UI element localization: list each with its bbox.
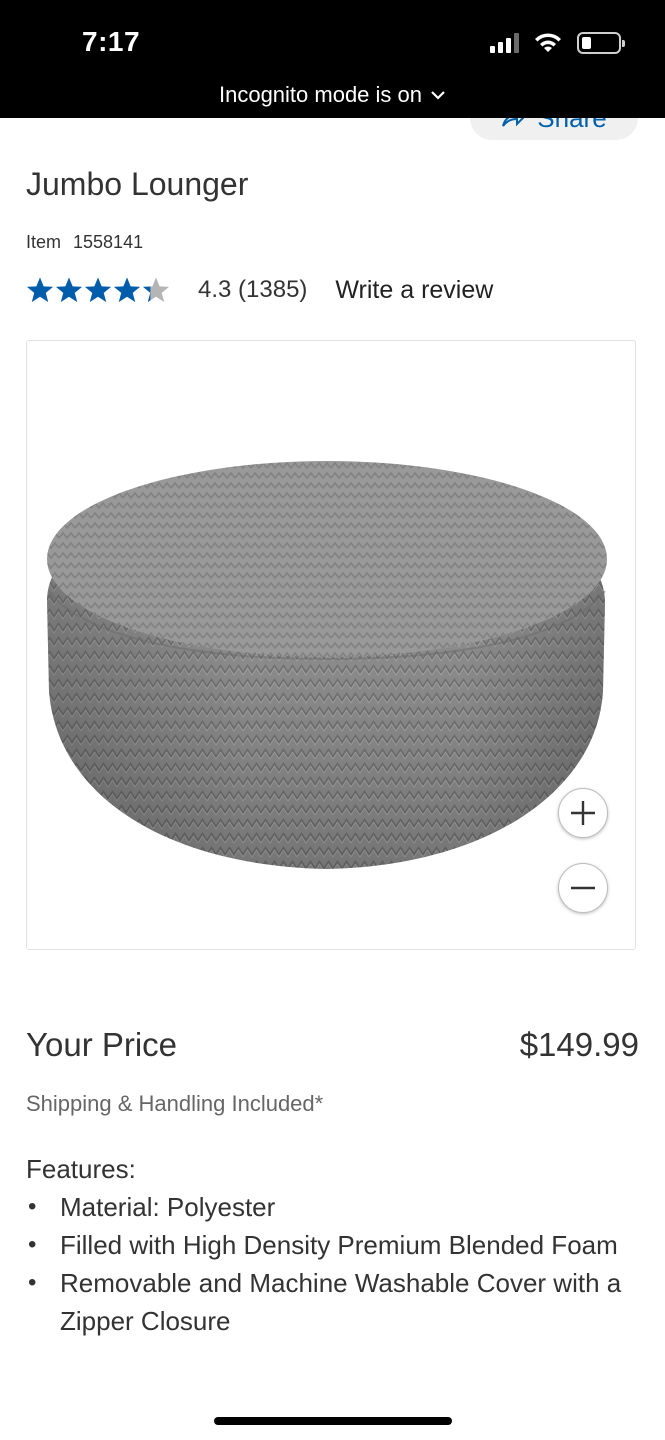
clock: 7:17 [82,26,141,57]
feature-item: Material: Polyester [26,1188,646,1226]
status-bar: 7:17 Incognito mode is on [0,0,665,118]
zoom-in-button[interactable] [558,788,608,838]
star-icon [85,277,111,302]
chevron-down-icon [431,91,445,100]
star-icon [56,277,82,302]
zoom-out-button[interactable] [558,863,608,913]
item-number-row: Item 1558141 [26,232,143,253]
system-icons [490,32,625,54]
plus-icon [571,801,595,825]
battery-icon [577,32,625,54]
product-photo-pouf [47,461,607,869]
incognito-label: Incognito mode is on [218,82,423,107]
minus-icon [571,886,595,890]
star-icon [114,277,140,302]
star-rating[interactable] [26,276,170,304]
features-heading: Features: [26,1154,136,1184]
feature-item: Removable and Machine Washable Cover wit… [26,1264,646,1340]
star-icon [27,277,53,302]
shipping-note: Shipping & Handling Included* [26,1091,324,1116]
rating-summary[interactable]: 4.3 (1385) [198,276,307,304]
star-icon [143,277,169,302]
incognito-indicator[interactable]: Incognito mode is on [0,82,665,108]
rating-row: 4.3 (1385) Write a review [26,272,493,308]
feature-item: Filled with High Density Premium Blended… [26,1226,646,1264]
wifi-icon [535,33,561,52]
price-label: Your Price [26,1026,178,1063]
features-list: Material: Polyester Filled with High Den… [26,1188,646,1340]
item-label: Item [26,232,62,252]
write-review-link[interactable]: Write a review [335,276,493,305]
item-number: 1558141 [73,232,144,252]
home-indicator[interactable] [214,1417,452,1425]
features-section: Features: Material: Polyester Filled wit… [26,1150,646,1340]
cellular-signal-icon [490,33,519,53]
product-image-viewer[interactable] [26,340,636,950]
product-title: Jumbo Lounger [26,166,249,202]
price-value: $149.99 [519,1026,639,1063]
